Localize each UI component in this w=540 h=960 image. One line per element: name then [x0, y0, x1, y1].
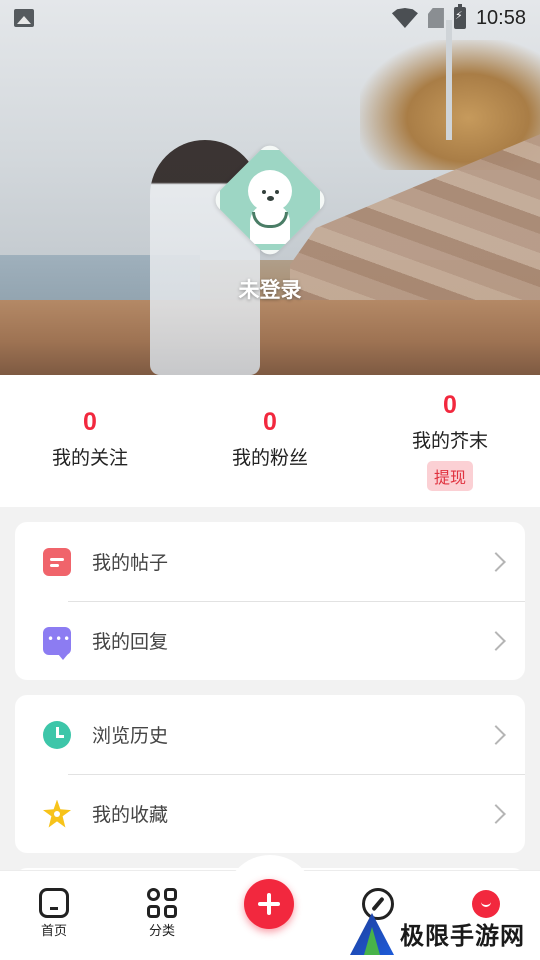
gallery-icon	[14, 9, 34, 27]
favorite-star-icon	[43, 799, 71, 828]
category-grid-icon	[147, 888, 177, 918]
wifi-icon	[392, 8, 418, 28]
chevron-right-icon	[486, 724, 506, 745]
status-time: 10:58	[475, 6, 526, 29]
nav-tab-label: 首页	[40, 924, 67, 939]
chevron-right-icon	[486, 803, 506, 824]
login-prompt[interactable]: 未登录	[0, 274, 540, 304]
menu-item-browse-history[interactable]: 浏览历史	[15, 695, 525, 774]
stat-mustard-label: 我的芥末	[411, 430, 488, 452]
background-lamp-pole	[446, 20, 452, 140]
menu-card-posts: 我的帖子 我的回复	[15, 522, 525, 680]
menu-item-label: 我的帖子	[92, 552, 169, 574]
reply-icon	[43, 626, 71, 660]
nav-tab-category[interactable]: 分类	[122, 888, 202, 939]
watermark-logo-icon	[350, 911, 394, 955]
stat-followers-count: 0	[263, 408, 277, 436]
menu-item-label: 我的收藏	[92, 804, 169, 826]
menu-item-label: 我的回复	[92, 631, 169, 653]
chevron-right-icon	[486, 551, 506, 572]
stat-followers[interactable]: 0 我的粉丝	[180, 408, 360, 470]
menu-item-my-posts[interactable]: 我的帖子	[15, 522, 525, 601]
status-bar: 10:58	[0, 0, 540, 36]
chevron-right-icon	[486, 630, 506, 651]
post-icon	[43, 547, 71, 576]
watermark-text: 极限手游网	[400, 920, 525, 950]
stat-following-label: 我的关注	[51, 447, 128, 469]
stat-followers-label: 我的粉丝	[231, 447, 308, 469]
nav-tab-home[interactable]: 首页	[14, 888, 94, 939]
stat-following-count: 0	[83, 408, 97, 436]
menu-card-history: 浏览历史 我的收藏	[15, 695, 525, 853]
watermark: 极限手游网	[350, 910, 540, 956]
battery-charging-icon	[453, 4, 466, 29]
menu-item-my-favorites[interactable]: 我的收藏	[15, 774, 525, 853]
nav-tab-label: 分类	[148, 924, 175, 939]
menu-item-label: 浏览历史	[92, 725, 169, 747]
history-clock-icon	[43, 720, 71, 749]
stat-following[interactable]: 0 我的关注	[0, 408, 180, 470]
status-bar-right: 10:58	[392, 4, 526, 30]
add-post-button[interactable]	[244, 879, 294, 929]
stat-mustard-count: 0	[443, 391, 457, 419]
stat-mustard[interactable]: 0 我的芥末 提现	[360, 391, 540, 491]
menu-item-my-replies[interactable]: 我的回复	[15, 601, 525, 680]
background-rocks	[0, 300, 540, 375]
no-sim-icon	[427, 8, 444, 28]
stats-panel: 0 我的关注 0 我的粉丝 0 我的芥末 提现	[0, 375, 540, 507]
withdraw-button[interactable]: 提现	[426, 461, 473, 491]
home-icon	[39, 888, 69, 918]
